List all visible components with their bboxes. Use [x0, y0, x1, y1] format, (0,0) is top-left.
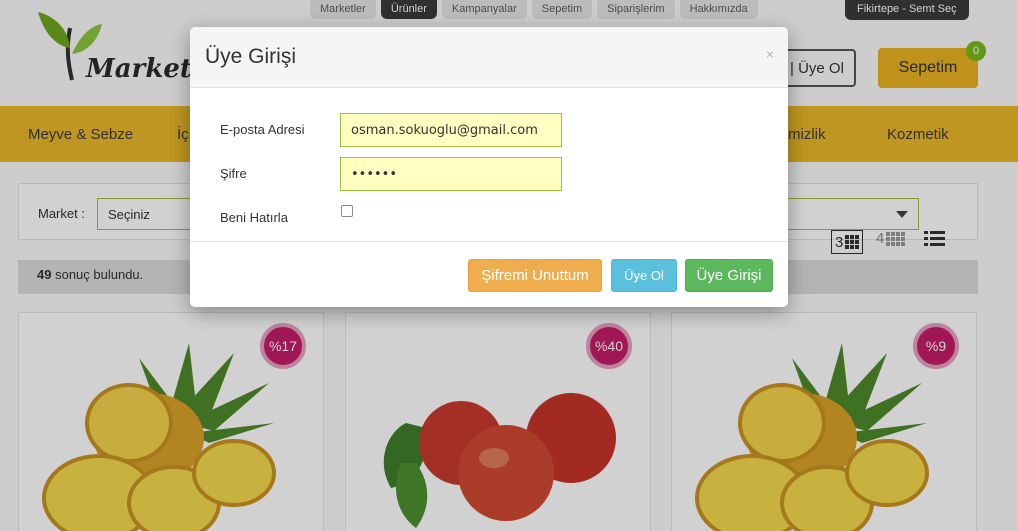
email-field[interactable]: osman.sokuoglu@gmail.com: [340, 113, 562, 147]
password-field[interactable]: ••••••: [340, 157, 562, 191]
login-modal: Üye Girişi × E-posta Adresi osman.sokuog…: [190, 27, 788, 307]
modal-title: Üye Girişi: [205, 45, 297, 68]
modal-footer: Şifremi Unuttum Üye Ol Üye Girişi: [190, 241, 788, 307]
remember-me-label: Beni Hatırla: [220, 210, 288, 225]
remember-me-checkbox[interactable]: [341, 205, 353, 217]
close-icon[interactable]: ×: [766, 46, 774, 62]
email-label: E-posta Adresi: [220, 122, 305, 137]
login-button[interactable]: Üye Girişi: [685, 259, 773, 292]
modal-header: Üye Girişi ×: [190, 27, 788, 88]
register-button[interactable]: Üye Ol: [611, 259, 677, 292]
forgot-password-button[interactable]: Şifremi Unuttum: [468, 259, 602, 292]
password-label: Şifre: [220, 166, 247, 181]
